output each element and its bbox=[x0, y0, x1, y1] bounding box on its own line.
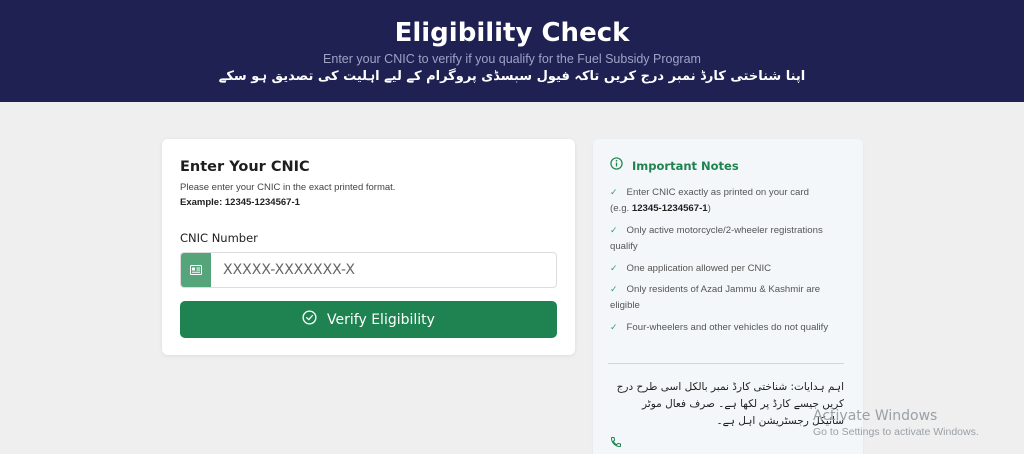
note-item: ✓ Four-wheelers and other vehicles do not… bbox=[610, 319, 848, 336]
cnic-field-label: CNIC Number bbox=[180, 231, 258, 245]
id-card-icon bbox=[181, 253, 211, 287]
check-icon: ✓ bbox=[610, 187, 618, 197]
check-circle-icon bbox=[302, 310, 317, 329]
important-notes-panel: Important Notes ✓ Enter CNIC exactly as p… bbox=[593, 139, 863, 454]
notes-title: Important Notes bbox=[632, 159, 739, 173]
watermark-line-1: Activate Windows bbox=[813, 408, 938, 424]
cnic-form-card: Enter Your CNIC Please enter your CNIC i… bbox=[162, 139, 575, 355]
form-example: Example: 12345-1234567-1 bbox=[180, 197, 300, 208]
note-example-value: 12345-1234567-1 bbox=[631, 203, 708, 214]
verify-eligibility-button[interactable]: Verify Eligibility bbox=[180, 301, 557, 338]
notes-header: Important Notes bbox=[610, 157, 739, 175]
note-text: Enter CNIC exactly as printed on your ca… bbox=[626, 187, 809, 198]
info-icon bbox=[610, 157, 623, 175]
urdu-instructions: اہم ہدایات: شناختی کارڈ نمبر بالکل اسی ط… bbox=[616, 381, 844, 427]
note-item: ✓ Only residents of Azad Jammu & Kashmir … bbox=[610, 281, 848, 314]
note-item: ✓ One application allowed per CNIC bbox=[610, 260, 848, 277]
note-text: Four-wheelers and other vehicles do not … bbox=[626, 322, 829, 333]
page-title: Eligibility Check bbox=[394, 18, 630, 48]
note-example-suffix: ) bbox=[707, 203, 711, 214]
phone-icon[interactable] bbox=[610, 435, 622, 453]
page-subtitle-english: Enter your CNIC to verify if you qualify… bbox=[323, 52, 701, 66]
check-icon: ✓ bbox=[610, 263, 618, 273]
page-header: Eligibility Check Enter your CNIC to ver… bbox=[0, 0, 1024, 102]
cnic-input[interactable] bbox=[211, 253, 556, 287]
check-icon: ✓ bbox=[610, 322, 618, 332]
note-item: ✓ Enter CNIC exactly as printed on your c… bbox=[610, 184, 848, 217]
note-text: Only residents of Azad Jammu & Kashmir a… bbox=[610, 284, 821, 311]
cnic-input-group bbox=[180, 252, 557, 288]
page-subtitle-urdu: اپنا شناختی کارڈ نمبر درج کریں تاکہ فیول… bbox=[218, 69, 806, 84]
note-example-prefix: (e.g. bbox=[610, 203, 632, 214]
note-text: Only active motorcycle/2-wheeler registr… bbox=[610, 225, 823, 252]
verify-button-label: Verify Eligibility bbox=[327, 311, 435, 328]
note-item: ✓ Only active motorcycle/2-wheeler regist… bbox=[610, 222, 848, 255]
windows-activation-watermark: Activate Windows Go to Settings to activ… bbox=[813, 408, 979, 438]
check-icon: ✓ bbox=[610, 225, 618, 235]
note-text: One application allowed per CNIC bbox=[626, 263, 772, 274]
check-icon: ✓ bbox=[610, 284, 618, 294]
form-title: Enter Your CNIC bbox=[180, 159, 310, 175]
form-hint: Please enter your CNIC in the exact prin… bbox=[180, 182, 396, 193]
notes-divider bbox=[608, 363, 844, 364]
watermark-line-2: Go to Settings to activate Windows. bbox=[813, 426, 979, 438]
